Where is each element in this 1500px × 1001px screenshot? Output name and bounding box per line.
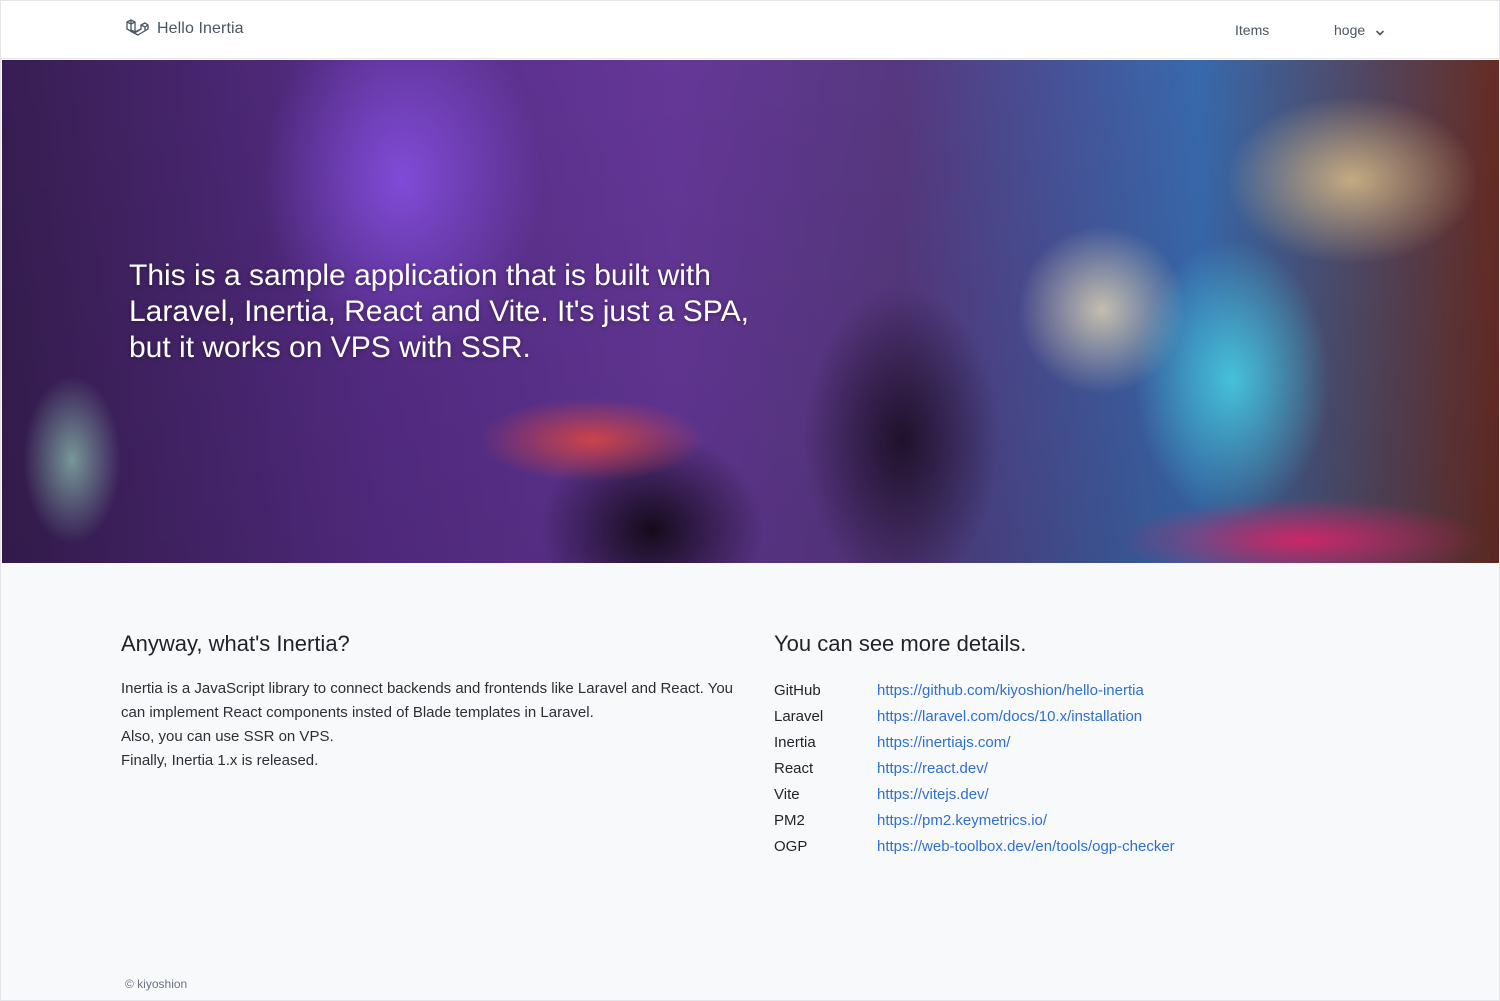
link-row-inertia: Inertia https://inertiajs.com/ [774, 729, 1374, 755]
link-label: PM2 [774, 811, 805, 829]
link-label: React [774, 759, 814, 777]
link-row-react: React https://react.dev/ [774, 755, 1374, 781]
link-laravel[interactable]: https://laravel.com/docs/10.x/installati… [877, 708, 1142, 725]
about-line: Inertia is a JavaScript library to conne… [121, 680, 734, 721]
about-description: Inertia is a JavaScript library to conne… [121, 677, 741, 773]
details-link-list: GitHub https://github.com/kiyoshion/hell… [774, 677, 1374, 859]
link-pm2[interactable]: https://pm2.keymetrics.io/ [877, 812, 1047, 829]
link-label: GitHub [774, 681, 821, 699]
about-title: Anyway, what's Inertia? [121, 631, 350, 656]
link-label: OGP [774, 837, 808, 855]
hero-headline: This is a sample application that is bui… [129, 259, 749, 364]
link-row-ogp: OGP https://web-toolbox.dev/en/tools/ogp… [774, 833, 1374, 859]
link-ogp[interactable]: https://web-toolbox.dev/en/tools/ogp-che… [877, 838, 1175, 855]
link-row-laravel: Laravel https://laravel.com/docs/10.x/in… [774, 703, 1374, 729]
link-react[interactable]: https://react.dev/ [877, 760, 988, 777]
about-section: Anyway, what's Inertia? Inertia is a Jav… [121, 629, 741, 773]
link-inertia[interactable]: https://inertiajs.com/ [877, 734, 1010, 751]
about-line: Also, you can use SSR on VPS. [121, 728, 334, 745]
link-label: Inertia [774, 733, 816, 751]
about-line: Finally, Inertia 1.x is released. [121, 752, 319, 769]
details-title: You can see more details. [774, 631, 1027, 656]
page: Hello Inertia Items hoge This is a sampl… [0, 0, 1500, 1001]
link-row-vite: Vite https://vitejs.dev/ [774, 781, 1374, 807]
link-vite[interactable]: https://vitejs.dev/ [877, 786, 989, 803]
nav-link-items[interactable]: Items [1235, 22, 1269, 38]
top-navbar: Hello Inertia Items hoge [1, 1, 1499, 59]
laravel-logo-icon [125, 18, 149, 40]
link-label: Laravel [774, 707, 824, 725]
hero-banner: This is a sample application that is bui… [2, 60, 1499, 563]
chevron-down-icon [1375, 25, 1385, 36]
brand-title: Hello Inertia [157, 20, 244, 37]
link-label: Vite [774, 785, 800, 803]
details-section: You can see more details. GitHub https:/… [774, 629, 1374, 859]
link-github[interactable]: https://github.com/kiyoshion/hello-inert… [877, 682, 1144, 699]
user-name: hoge [1334, 22, 1366, 38]
link-row-github: GitHub https://github.com/kiyoshion/hell… [774, 677, 1374, 703]
link-row-pm2: PM2 https://pm2.keymetrics.io/ [774, 807, 1374, 833]
user-menu-dropdown[interactable]: hoge [1334, 22, 1385, 38]
footer-copyright: © kiyoshion [125, 977, 188, 991]
brand-link[interactable]: Hello Inertia [125, 18, 244, 40]
